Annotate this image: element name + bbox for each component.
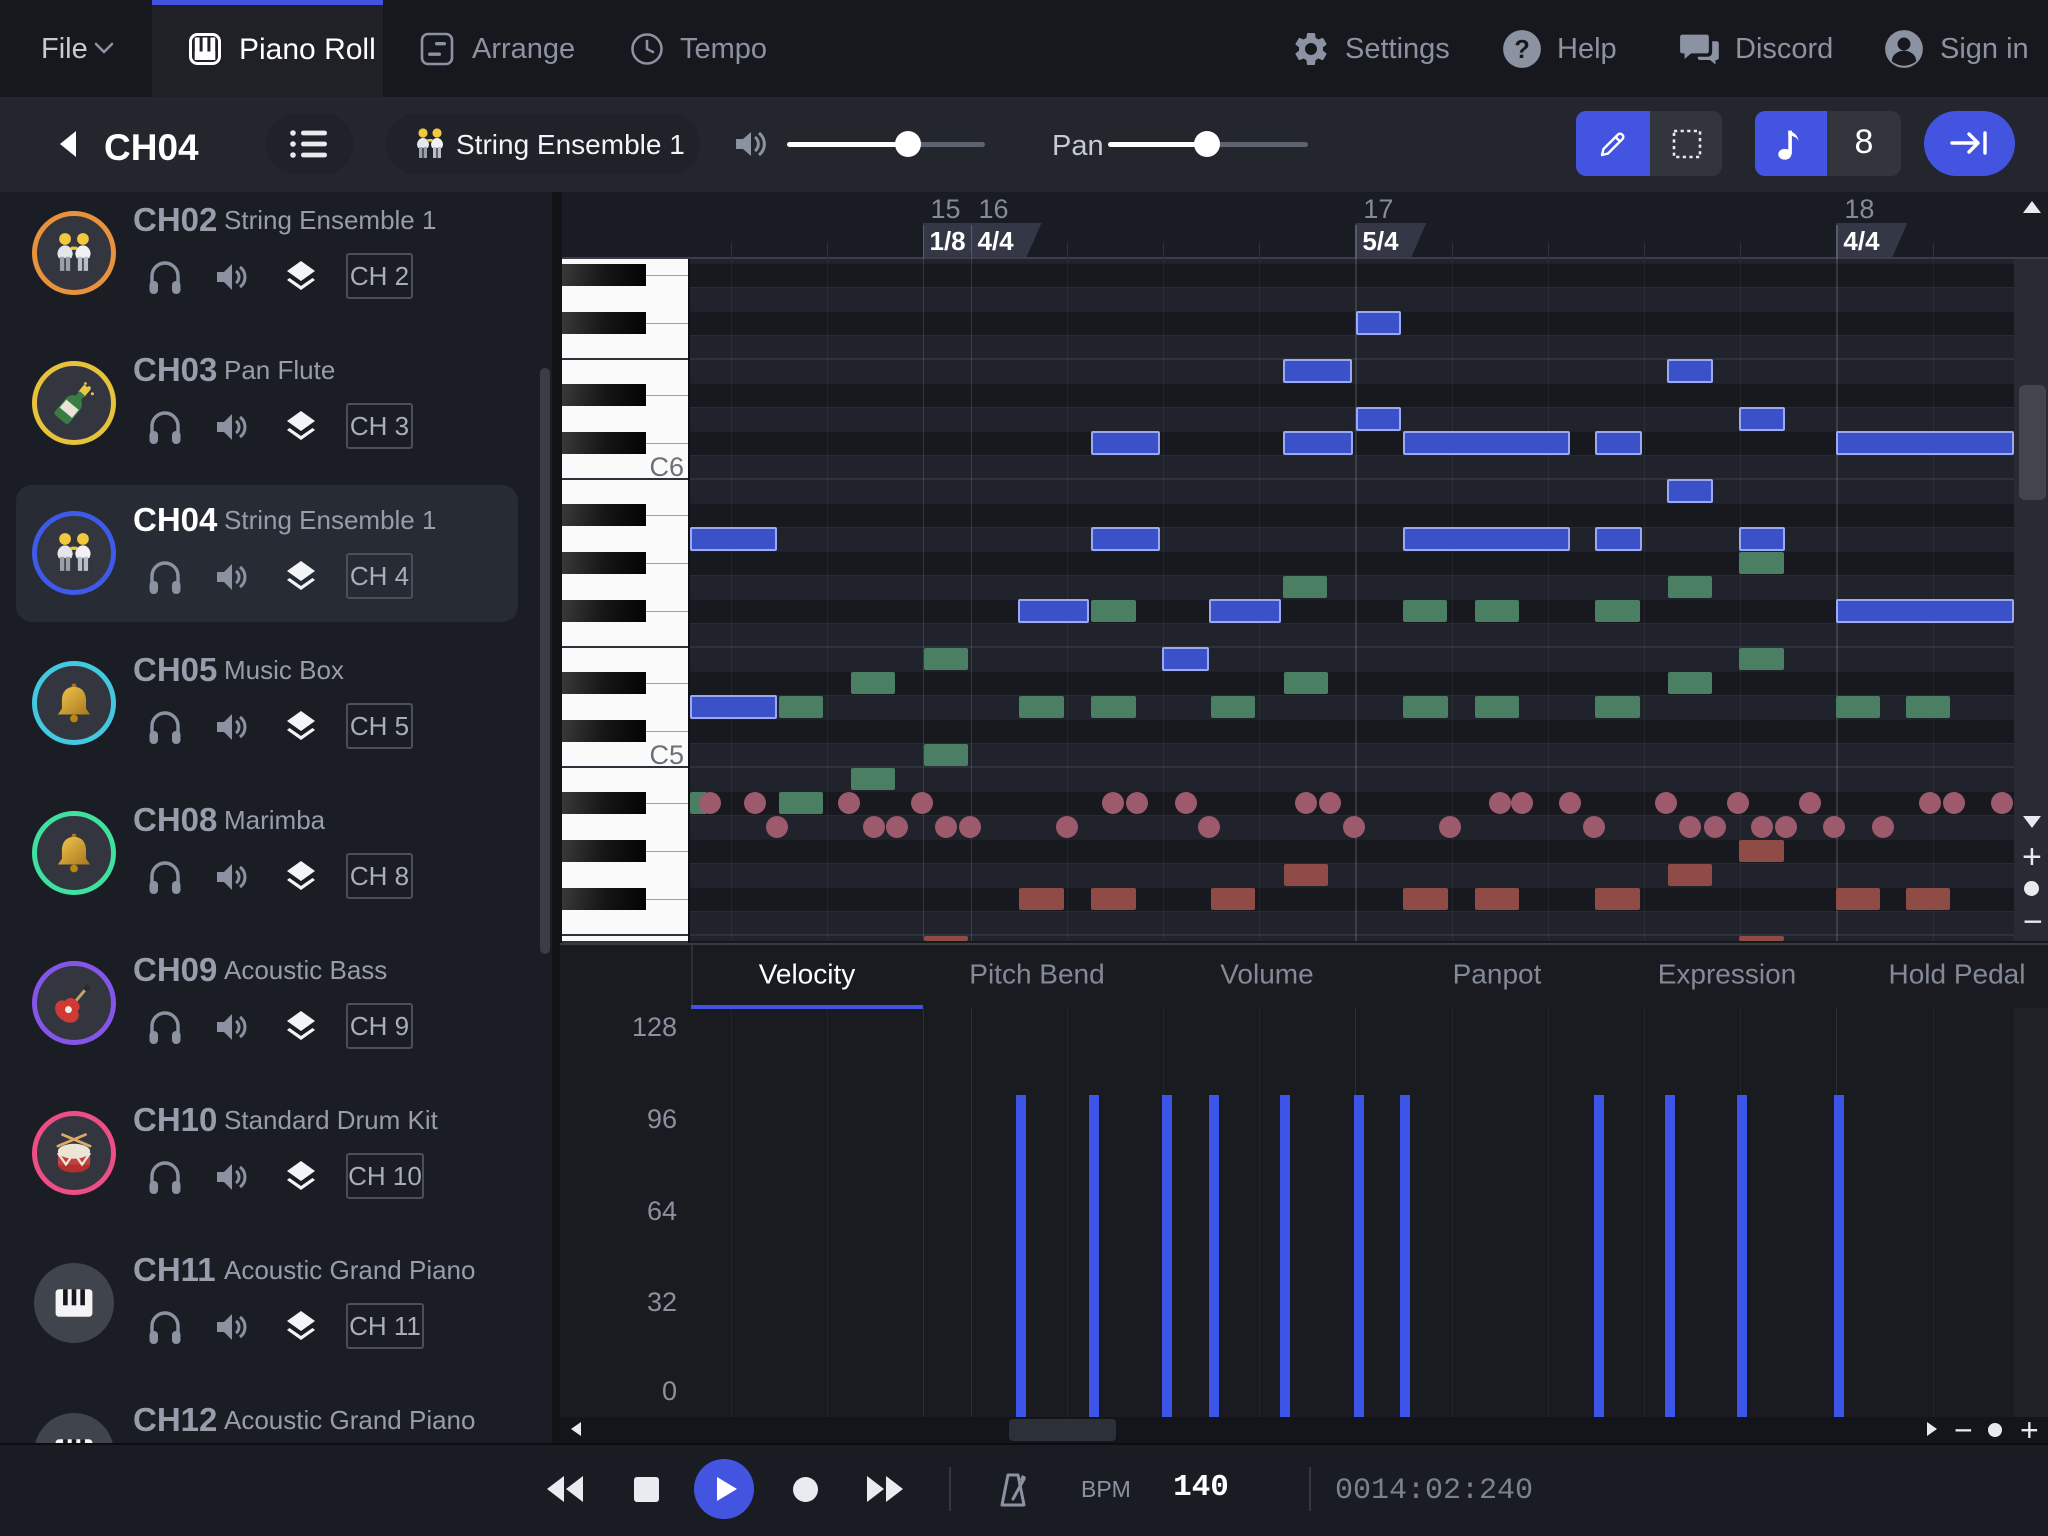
svg-text:?: ? [1514,36,1530,64]
